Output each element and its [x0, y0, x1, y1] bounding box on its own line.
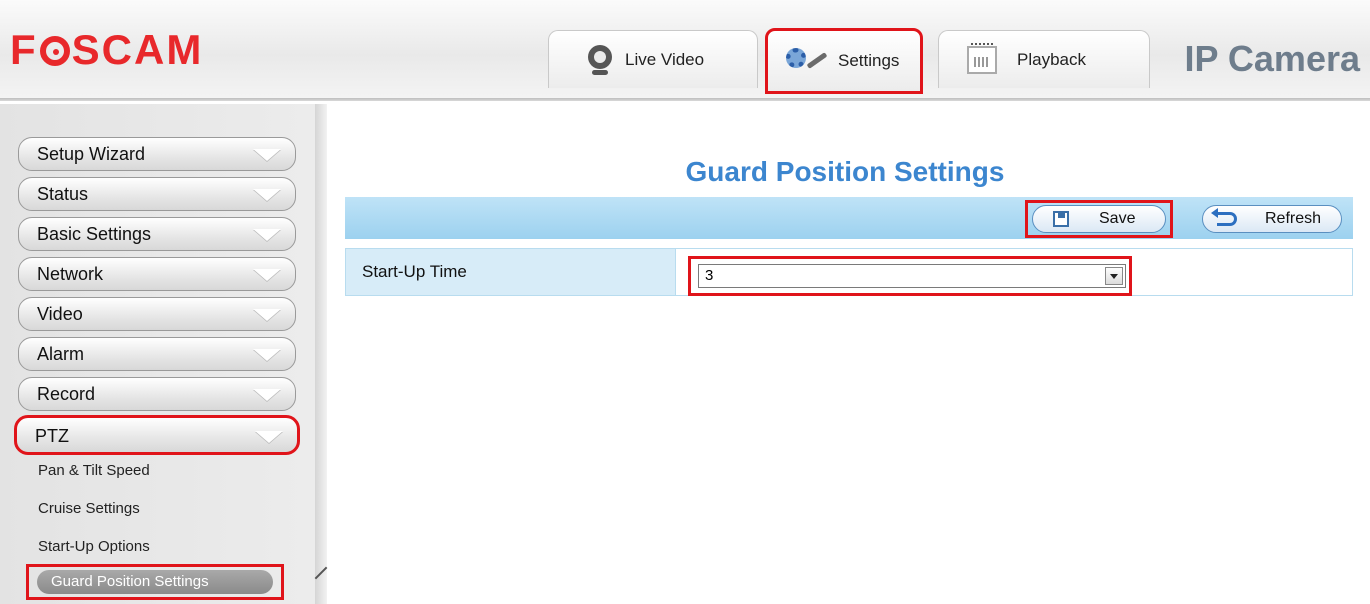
sidebar-item-label: Status [37, 184, 89, 204]
sidebar-item-alarm[interactable]: Alarm [18, 337, 296, 371]
sidebar-item-record[interactable]: Record [18, 377, 296, 411]
tab-playback-label: Playback [1017, 49, 1086, 69]
sidebar-item-setup-wizard[interactable]: Setup Wizard [18, 137, 296, 171]
chevron-down-icon [253, 349, 281, 361]
save-button-label: Save [1099, 210, 1136, 227]
submenu-item-guard-position-settings[interactable]: Guard Position Settings [26, 564, 284, 600]
chevron-down-icon [253, 309, 281, 321]
submenu-item-pan-tilt-speed[interactable]: Pan & Tilt Speed [38, 462, 150, 479]
start-up-time-value: 3 [705, 267, 714, 284]
sidebar-splitter[interactable] [315, 104, 327, 604]
refresh-button-label: Refresh [1265, 210, 1322, 227]
submenu-item-start-up-options[interactable]: Start-Up Options [38, 538, 150, 555]
sidebar-item-basic-settings[interactable]: Basic Settings [18, 217, 296, 251]
foscam-logo: F SCAM [10, 26, 204, 73]
gear-wrench-icon [786, 46, 830, 76]
sidebar-item-ptz[interactable]: PTZ [14, 415, 300, 455]
sidebar-item-network[interactable]: Network [18, 257, 296, 291]
refresh-arrow-icon [1211, 208, 1237, 226]
chevron-down-icon [255, 431, 283, 443]
tab-live-video-label: Live Video [625, 49, 705, 69]
floppy-disk-icon [1053, 211, 1069, 227]
start-up-time-label: Start-Up Time [346, 249, 676, 295]
sidebar-item-label: Setup Wizard [37, 144, 146, 164]
chevron-down-icon [253, 269, 281, 281]
header-divider [0, 98, 1370, 101]
tab-settings-label: Settings [838, 51, 900, 70]
calendar-icon [967, 42, 997, 74]
chevron-down-icon [253, 389, 281, 401]
tab-settings[interactable]: Settings [765, 28, 923, 94]
chevron-down-icon [253, 149, 281, 161]
chevron-down-icon [253, 189, 281, 201]
refresh-button[interactable]: Refresh [1202, 205, 1342, 233]
chevron-down-icon [253, 229, 281, 241]
sidebar-item-video[interactable]: Video [18, 297, 296, 331]
submenu-item-cruise-settings[interactable]: Cruise Settings [38, 500, 140, 517]
save-button[interactable]: Save [1032, 205, 1166, 233]
webcam-icon [587, 44, 613, 75]
tab-playback[interactable]: Playback [938, 30, 1150, 88]
sidebar-item-label: Video [37, 304, 83, 324]
app-header: F SCAM IP Camera Live Video Playback Sett… [0, 0, 1370, 100]
sidebar-item-label: PTZ [35, 426, 69, 446]
header-background-title: IP Camera [1184, 38, 1360, 79]
submenu-item-label: Guard Position Settings [37, 570, 273, 594]
sidebar-item-label: Alarm [37, 344, 85, 364]
page-title: Guard Position Settings [685, 156, 1005, 187]
sidebar-item-label: Network [37, 264, 104, 284]
tab-live-video[interactable]: Live Video [548, 30, 758, 88]
start-up-time-select[interactable]: 3 [698, 264, 1126, 288]
sidebar-item-label: Record [37, 384, 96, 404]
sidebar-item-status[interactable]: Status [18, 177, 296, 211]
dropdown-arrow-icon[interactable] [1105, 267, 1123, 285]
sidebar-item-label: Basic Settings [37, 224, 152, 244]
